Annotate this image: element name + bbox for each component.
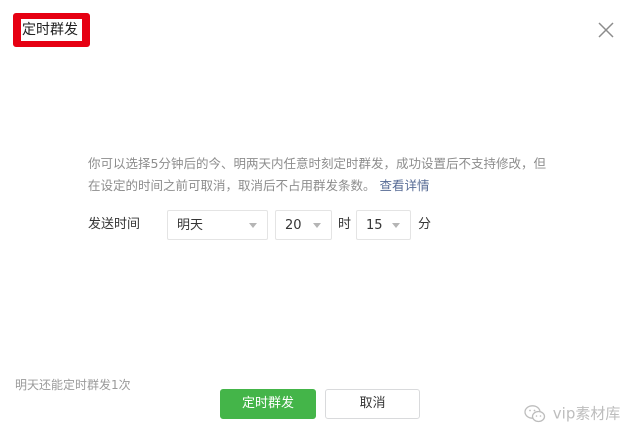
close-icon[interactable]: [596, 20, 616, 40]
hour-unit-label: 时: [338, 217, 352, 232]
description-text: 你可以选择5分钟后的今、明两天内任意时刻定时群发，成功设置后不支持修改，但在设定…: [88, 153, 558, 197]
send-time-label: 发送时间: [88, 217, 141, 232]
minute-select-value: 15: [366, 218, 383, 233]
scheduled-send-button[interactable]: 定时群发: [220, 389, 316, 419]
chevron-down-icon: [313, 223, 321, 228]
cancel-button[interactable]: 取消: [325, 389, 420, 419]
dialog-title: 定时群发: [21, 19, 82, 41]
day-select-value: 明天: [177, 218, 204, 233]
view-details-link[interactable]: 查看详情: [380, 178, 430, 193]
title-highlight-box: 定时群发: [13, 13, 90, 47]
minute-select[interactable]: 15: [356, 210, 411, 240]
watermark-text: vip素材库: [552, 404, 621, 423]
chevron-down-icon: [249, 223, 257, 228]
hour-select-value: 20: [285, 218, 302, 233]
minute-unit-label: 分: [418, 217, 432, 232]
day-select[interactable]: 明天: [167, 210, 268, 240]
wechat-icon: [524, 404, 546, 424]
remaining-count-text: 明天还能定时群发1次: [15, 378, 131, 392]
scheduled-send-dialog: 定时群发 你可以选择5分钟后的今、明两天内任意时刻定时群发，成功设置后不支持修改…: [0, 0, 640, 442]
description-body: 你可以选择5分钟后的今、明两天内任意时刻定时群发，成功设置后不支持修改，但在设定…: [88, 156, 546, 193]
chevron-down-icon: [392, 223, 400, 228]
hour-select[interactable]: 20: [275, 210, 332, 240]
watermark: vip素材库: [524, 401, 620, 425]
